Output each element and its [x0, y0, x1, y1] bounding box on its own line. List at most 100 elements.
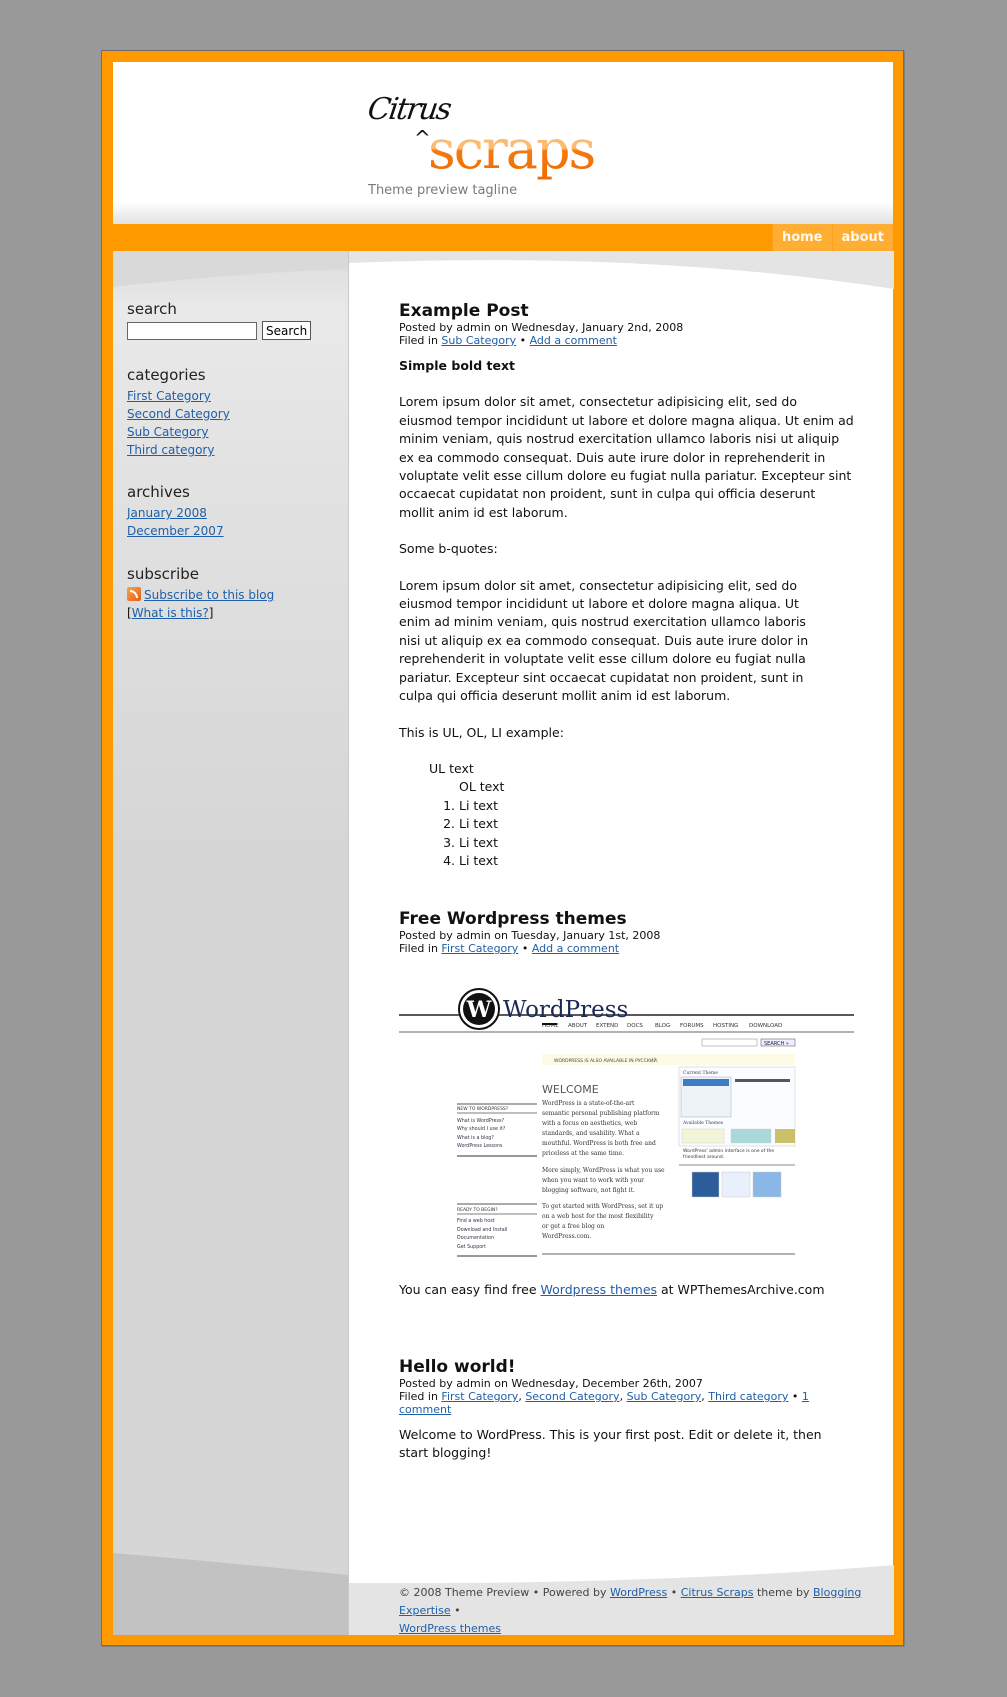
svg-text:What is a blog?: What is a blog?: [457, 1135, 494, 1141]
search-button[interactable]: Search: [262, 321, 312, 340]
svg-text:EXTEND: EXTEND: [596, 1023, 618, 1029]
categories-widget: categories First Category Second Categor…: [127, 366, 230, 459]
svg-text:Get Support: Get Support: [457, 1244, 486, 1250]
svg-text:WordPress' admin interface is: WordPress' admin interface is one of the: [683, 1148, 774, 1154]
blockquote: Lorem ipsum dolor sit amet, consectetur …: [399, 577, 809, 704]
footer-theme-link[interactable]: Citrus Scraps: [681, 1586, 754, 1599]
archives-widget: archives January 2008 December 2007: [127, 483, 224, 540]
post-meta: Posted by admin on Wednesday, December 2…: [399, 1377, 854, 1416]
text-after: at WPThemesArchive.com: [657, 1282, 825, 1297]
footer-theme-by: theme by: [753, 1586, 814, 1599]
post-paragraph: Welcome to WordPress. This is your first…: [399, 1427, 822, 1461]
category-link-second[interactable]: Second Category: [127, 405, 230, 423]
rss-feed-icon[interactable]: [127, 587, 141, 601]
svg-text:ABOUT: ABOUT: [568, 1023, 588, 1029]
meta-separator: •: [788, 1390, 802, 1403]
footer-wordpress-link[interactable]: WordPress: [610, 1586, 667, 1599]
post-hello-world: Hello world! Posted by admin on Wednesda…: [399, 1357, 854, 1463]
site-footer: © 2008 Theme Preview • Powered by WordPr…: [399, 1584, 879, 1638]
category-link-sub[interactable]: Sub Category: [127, 423, 230, 441]
list-item: Li text: [459, 797, 854, 815]
svg-text:DOCS: DOCS: [627, 1023, 643, 1029]
meta-separator: •: [518, 942, 532, 955]
top-nav: home about: [113, 224, 893, 251]
post-category-link[interactable]: First Category: [441, 942, 518, 955]
post-example: Example Post Posted by admin on Wednesda…: [399, 301, 854, 870]
svg-text:on a web host for the most fle: on a web host for the most flexibility: [542, 1213, 654, 1220]
svg-text:W: W: [466, 997, 492, 1023]
post-byline: Posted by admin on Tuesday, January 1st,…: [399, 929, 661, 942]
svg-text:Why should I use it?: Why should I use it?: [457, 1126, 506, 1132]
categories-heading: categories: [127, 366, 206, 384]
ul-text: UL text: [429, 760, 474, 776]
bquote-intro: Some b-quotes:: [399, 541, 498, 557]
wordpress-themes-link[interactable]: Wordpress themes: [541, 1282, 658, 1297]
svg-text:DOWNLOAD: DOWNLOAD: [749, 1023, 782, 1029]
svg-text:FORUMS: FORUMS: [680, 1023, 704, 1029]
svg-text:with a focus on aesthetics, we: with a focus on aesthetics, web: [542, 1120, 637, 1127]
footer-themes-link[interactable]: WordPress themes: [399, 1622, 501, 1635]
svg-text:or get a free blog on: or get a free blog on: [542, 1223, 604, 1230]
bold-text: Simple bold text: [399, 358, 515, 373]
svg-text:Download and Install: Download and Install: [457, 1227, 507, 1233]
main-content: Example Post Posted by admin on Wednesda…: [348, 251, 894, 1638]
nav-home[interactable]: home: [771, 224, 832, 251]
archives-heading: archives: [127, 483, 190, 501]
svg-text:Available Themes: Available Themes: [682, 1120, 724, 1126]
site-logo[interactable]: Citrus ^ scraps: [366, 92, 608, 187]
post-category-link[interactable]: First Category: [441, 1390, 518, 1403]
wordpress-screenshot: W WordPress HOME ABOUT EXTEND DOCS BLOG …: [399, 979, 854, 1269]
svg-text:Documentation: Documentation: [457, 1235, 494, 1241]
svg-text:READY TO BEGIN?: READY TO BEGIN?: [457, 1207, 498, 1213]
svg-text:HOSTING: HOSTING: [713, 1023, 738, 1029]
post-byline: Posted by admin on Wednesday, January 2n…: [399, 321, 684, 334]
text-before: You can easy find free: [399, 1282, 541, 1297]
search-input[interactable]: [127, 321, 257, 340]
archive-link-jan-2008[interactable]: January 2008: [127, 504, 224, 522]
wordpress-screenshot-image: W WordPress HOME ABOUT EXTEND DOCS BLOG …: [399, 988, 854, 1257]
category-link-first[interactable]: First Category: [127, 387, 230, 405]
post-category-link[interactable]: Second Category: [525, 1390, 619, 1403]
svg-text:Current Theme: Current Theme: [683, 1070, 718, 1076]
list-item: Li text: [459, 815, 854, 833]
svg-text:WordPress.com.: WordPress.com.: [542, 1233, 591, 1240]
svg-text:WELCOME: WELCOME: [542, 1083, 599, 1096]
meta-separator: •: [516, 334, 530, 347]
ol-text: OL text: [459, 779, 505, 795]
post-category-link[interactable]: Sub Category: [441, 334, 516, 347]
add-comment-link[interactable]: Add a comment: [530, 334, 617, 347]
category-link-third[interactable]: Third category: [127, 441, 230, 459]
bracket-close: ]: [208, 606, 214, 620]
post-category-link[interactable]: Sub Category: [627, 1390, 702, 1403]
sidebar-bottom-wave: [113, 1553, 348, 1635]
subscribe-heading: subscribe: [127, 565, 199, 583]
sidebar-top-wave: [113, 251, 348, 287]
nav-about[interactable]: about: [831, 224, 893, 251]
svg-text:semantic personal publishing p: semantic personal publishing platform: [542, 1110, 660, 1117]
svg-text:when you want to work with you: when you want to work with your: [542, 1177, 644, 1184]
svg-text:WORDPRESS IS ALSO AVAILABLE IN: WORDPRESS IS ALSO AVAILABLE IN РУССКИЙ.: [554, 1057, 658, 1064]
subscribe-link[interactable]: Subscribe to this blog: [144, 588, 274, 602]
post-title[interactable]: Example Post: [399, 301, 854, 321]
filed-in-label: Filed in: [399, 334, 442, 347]
site-tagline: Theme preview tagline: [368, 183, 518, 198]
search-widget: search Search: [127, 300, 312, 340]
post-title[interactable]: Free Wordpress themes: [399, 909, 854, 929]
footer-separator: •: [450, 1604, 461, 1617]
archive-link-dec-2007[interactable]: December 2007: [127, 522, 224, 540]
post-meta: Posted by admin on Wednesday, January 2n…: [399, 321, 854, 347]
search-heading: search: [127, 300, 177, 318]
list-item: Li text: [459, 852, 854, 870]
footer-separator: •: [667, 1586, 681, 1599]
sidebar: search Search categories First Category …: [113, 251, 348, 1635]
what-is-this-link[interactable]: What is this?: [132, 606, 209, 620]
post-title[interactable]: Hello world!: [399, 1357, 854, 1377]
post-meta: Posted by admin on Tuesday, January 1st,…: [399, 929, 854, 955]
add-comment-link[interactable]: Add a comment: [532, 942, 619, 955]
svg-text:More simply, WordPress is what: More simply, WordPress is what you use: [542, 1167, 665, 1174]
post-category-link[interactable]: Third category: [708, 1390, 788, 1403]
svg-text:priceless at the same time.: priceless at the same time.: [542, 1150, 624, 1157]
svg-text:WordPress is a state-of-the-ar: WordPress is a state-of-the-art: [542, 1100, 635, 1107]
post-byline: Posted by admin on Wednesday, December 2…: [399, 1377, 703, 1390]
list-item: Li text: [459, 834, 854, 852]
